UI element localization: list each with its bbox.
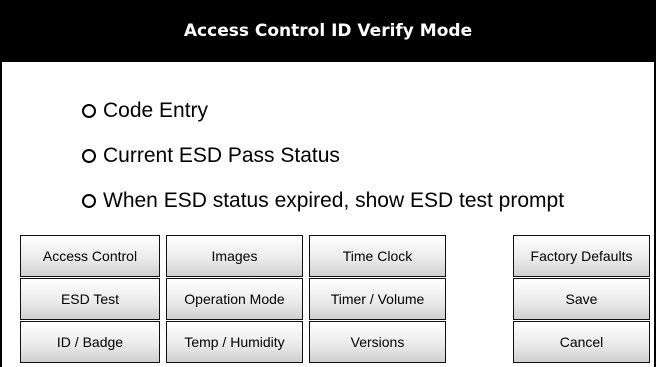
radio-button-icon[interactable]	[82, 193, 96, 208]
timer-volume-button[interactable]: Timer / Volume	[309, 278, 446, 320]
option-label: Code Entry	[103, 98, 209, 122]
versions-button[interactable]: Versions	[309, 321, 446, 363]
radio-button-icon[interactable]	[82, 103, 96, 118]
save-button[interactable]: Save	[513, 278, 650, 320]
operation-mode-button[interactable]: Operation Mode	[166, 278, 303, 320]
option-label: Current ESD Pass Status	[103, 143, 340, 167]
time-clock-button[interactable]: Time Clock	[309, 235, 446, 277]
access-control-button[interactable]: Access Control	[20, 235, 160, 277]
option-code-entry[interactable]: Code Entry	[82, 88, 564, 133]
temp-humidity-button[interactable]: Temp / Humidity	[166, 321, 303, 363]
verify-mode-options: Code Entry Current ESD Pass Status When …	[82, 88, 564, 223]
page-title: Access Control ID Verify Mode	[183, 21, 473, 41]
option-label: When ESD status expired, show ESD test p…	[103, 188, 565, 212]
id-badge-button[interactable]: ID / Badge	[20, 321, 160, 363]
title-bar: Access Control ID Verify Mode	[0, 0, 656, 62]
option-esd-expired-prompt[interactable]: When ESD status expired, show ESD test p…	[82, 178, 564, 223]
esd-test-button[interactable]: ESD Test	[20, 278, 160, 320]
images-button[interactable]: Images	[166, 235, 303, 277]
factory-defaults-button[interactable]: Factory Defaults	[513, 235, 650, 277]
cancel-button[interactable]: Cancel	[513, 321, 650, 363]
option-current-esd-pass-status[interactable]: Current ESD Pass Status	[82, 133, 564, 178]
radio-button-icon[interactable]	[82, 148, 96, 163]
